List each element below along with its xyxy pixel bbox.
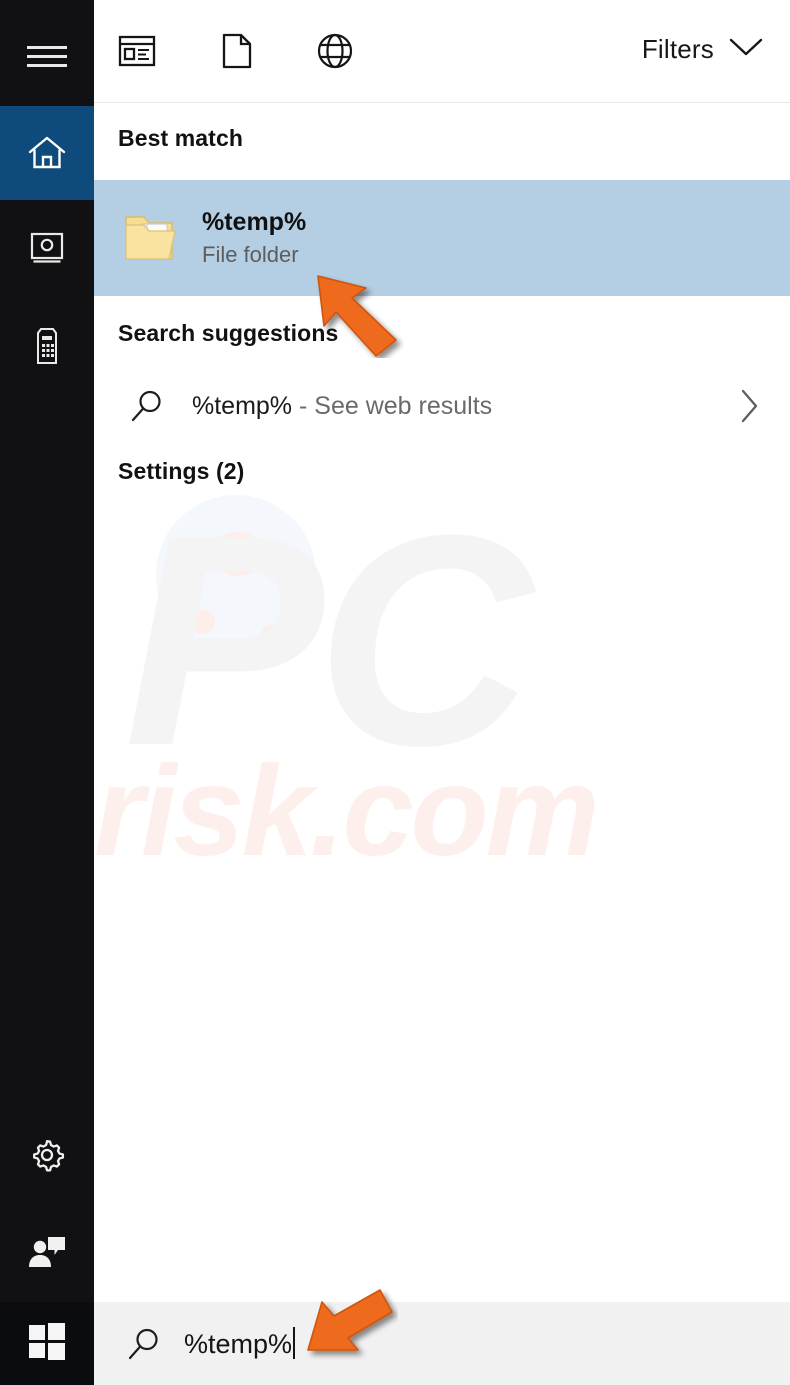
watermark-secondary-text: risk.com <box>94 740 599 883</box>
site-watermark: PC risk.com <box>94 470 790 930</box>
best-match-subtitle: File folder <box>202 242 299 268</box>
start-button[interactable] <box>0 1302 94 1385</box>
sidebar-item-settings[interactable] <box>0 1108 94 1202</box>
sidebar-item-feedback[interactable] <box>0 1205 94 1299</box>
sidebar-item-notebook[interactable] <box>0 202 94 296</box>
book-icon <box>29 231 65 267</box>
document-icon <box>222 33 252 74</box>
best-match-header: Best match <box>118 125 243 151</box>
chevron-right-icon[interactable] <box>736 386 762 426</box>
taskbar-search-value-wrap[interactable]: %temp% <box>184 1327 296 1360</box>
search-suggestion-row[interactable]: %temp% - See web results <box>94 368 790 444</box>
windows-search-overlay: Filters PC risk.com Best match Search su… <box>0 0 790 1385</box>
windows-logo-icon <box>27 1321 67 1366</box>
search-input[interactable]: %temp% <box>184 1329 292 1359</box>
hamburger-icon <box>27 44 67 70</box>
sidebar-item-home[interactable] <box>0 106 94 200</box>
person-feedback-icon <box>27 1235 67 1269</box>
watermark-blob <box>189 610 215 634</box>
filters-button[interactable]: Filters <box>642 34 764 65</box>
hamburger-menu-button[interactable] <box>0 10 94 104</box>
settings-header: Settings (2) <box>118 458 245 484</box>
gear-icon <box>28 1136 66 1174</box>
filters-label: Filters <box>641 34 714 64</box>
best-match-result[interactable]: %temp% File folder <box>94 180 790 296</box>
watermark-blob <box>262 625 278 641</box>
suggestion-description: See web results <box>314 391 493 420</box>
calculator-icon <box>33 327 61 367</box>
watermark-blob <box>237 650 251 662</box>
search-toolbar: Filters <box>94 0 790 103</box>
globe-icon <box>317 33 353 74</box>
watermark-primary-text: PC <box>124 472 533 808</box>
watermark-blob <box>212 532 264 576</box>
home-icon <box>27 135 67 171</box>
best-match-text: %temp% File folder <box>202 208 306 269</box>
chevron-down-icon <box>728 36 764 63</box>
search-icon <box>116 1326 172 1362</box>
taskbar-search-box[interactable]: %temp% <box>94 1302 790 1385</box>
search-suggestion-text: %temp% - See web results <box>192 392 492 421</box>
folder-icon <box>118 211 184 265</box>
documents-filter-button[interactable] <box>216 32 258 74</box>
sidebar-item-devices[interactable] <box>0 300 94 394</box>
text-caret <box>293 1327 296 1359</box>
best-match-title: %temp% <box>202 207 307 236</box>
web-filter-button[interactable] <box>314 32 356 74</box>
suggestion-separator: - <box>292 391 315 420</box>
suggestion-query: %temp% <box>192 391 293 420</box>
search-suggestions-header: Search suggestions <box>118 320 339 346</box>
watermark-circle <box>156 495 316 655</box>
search-icon <box>116 388 178 424</box>
apps-filter-button[interactable] <box>116 32 158 74</box>
left-rail <box>0 0 94 1385</box>
apps-window-icon <box>118 35 156 72</box>
